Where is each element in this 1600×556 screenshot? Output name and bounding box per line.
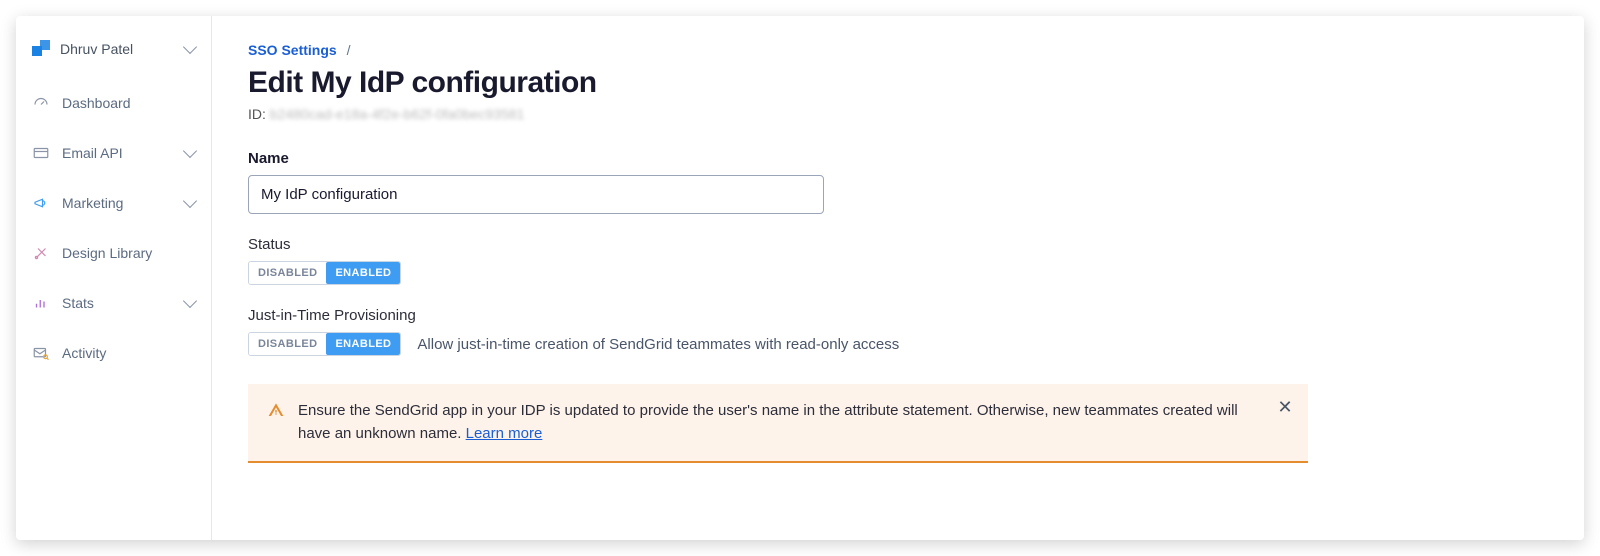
sendgrid-logo-icon — [32, 40, 50, 58]
sidebar-item-email-api[interactable]: Email API — [16, 128, 211, 178]
warning-icon — [268, 402, 284, 418]
chevron-down-icon — [183, 294, 197, 308]
sidebar-item-label: Marketing — [62, 195, 173, 211]
sidebar-item-design-library[interactable]: Design Library — [16, 228, 211, 278]
jit-toggle[interactable]: DISABLED ENABLED — [248, 332, 401, 356]
config-id: ID: b2480cad-e18a-4f2e-b62f-0fa0bec93581 — [248, 106, 1548, 122]
id-value: b2480cad-e18a-4f2e-b62f-0fa0bec93581 — [270, 106, 525, 122]
breadcrumb-separator: / — [347, 42, 351, 58]
main-content: SSO Settings / Edit My IdP configuration… — [212, 16, 1584, 540]
sidebar-item-label: Dashboard — [62, 95, 195, 111]
swatch-icon — [32, 244, 50, 262]
breadcrumb: SSO Settings / — [248, 42, 1548, 58]
status-label: Status — [248, 236, 1548, 253]
sidebar-item-marketing[interactable]: Marketing — [16, 178, 211, 228]
megaphone-icon — [32, 194, 50, 212]
sidebar-item-label: Design Library — [62, 245, 195, 261]
alert-text: Ensure the SendGrid app in your IDP is u… — [298, 400, 1264, 445]
chevron-down-icon — [183, 194, 197, 208]
warning-alert: Ensure the SendGrid app in your IDP is u… — [248, 384, 1308, 463]
close-icon[interactable]: ✕ — [1276, 398, 1294, 416]
name-input[interactable] — [248, 175, 824, 214]
sidebar-item-label: Activity — [62, 345, 195, 361]
sidebar-item-activity[interactable]: Activity — [16, 328, 211, 378]
alert-message: Ensure the SendGrid app in your IDP is u… — [298, 402, 1238, 442]
breadcrumb-parent-link[interactable]: SSO Settings — [248, 42, 337, 58]
page-title: Edit My IdP configuration — [248, 66, 1548, 100]
card-icon — [32, 144, 50, 162]
jit-toggle-disabled[interactable]: DISABLED — [249, 333, 326, 355]
status-toggle-enabled[interactable]: ENABLED — [326, 262, 400, 284]
jit-toggle-enabled[interactable]: ENABLED — [326, 333, 400, 355]
sidebar-item-dashboard[interactable]: Dashboard — [16, 78, 211, 128]
jit-description: Allow just-in-time creation of SendGrid … — [417, 336, 899, 353]
id-prefix: ID: — [248, 106, 270, 122]
status-toggle[interactable]: DISABLED ENABLED — [248, 261, 401, 285]
learn-more-link[interactable]: Learn more — [466, 425, 543, 442]
account-switcher[interactable]: Dhruv Patel — [16, 32, 211, 78]
status-toggle-disabled[interactable]: DISABLED — [249, 262, 326, 284]
jit-label: Just-in-Time Provisioning — [248, 307, 1548, 324]
gauge-icon — [32, 94, 50, 112]
envelope-search-icon — [32, 344, 50, 362]
bars-icon — [32, 294, 50, 312]
name-label: Name — [248, 150, 1548, 167]
chevron-down-icon — [183, 40, 197, 54]
chevron-down-icon — [183, 144, 197, 158]
sidebar: Dhruv Patel Dashboard Email API Marketin… — [16, 16, 212, 540]
sidebar-item-stats[interactable]: Stats — [16, 278, 211, 328]
sidebar-user-name: Dhruv Patel — [60, 41, 175, 57]
sidebar-item-label: Email API — [62, 145, 173, 161]
sidebar-item-label: Stats — [62, 295, 173, 311]
